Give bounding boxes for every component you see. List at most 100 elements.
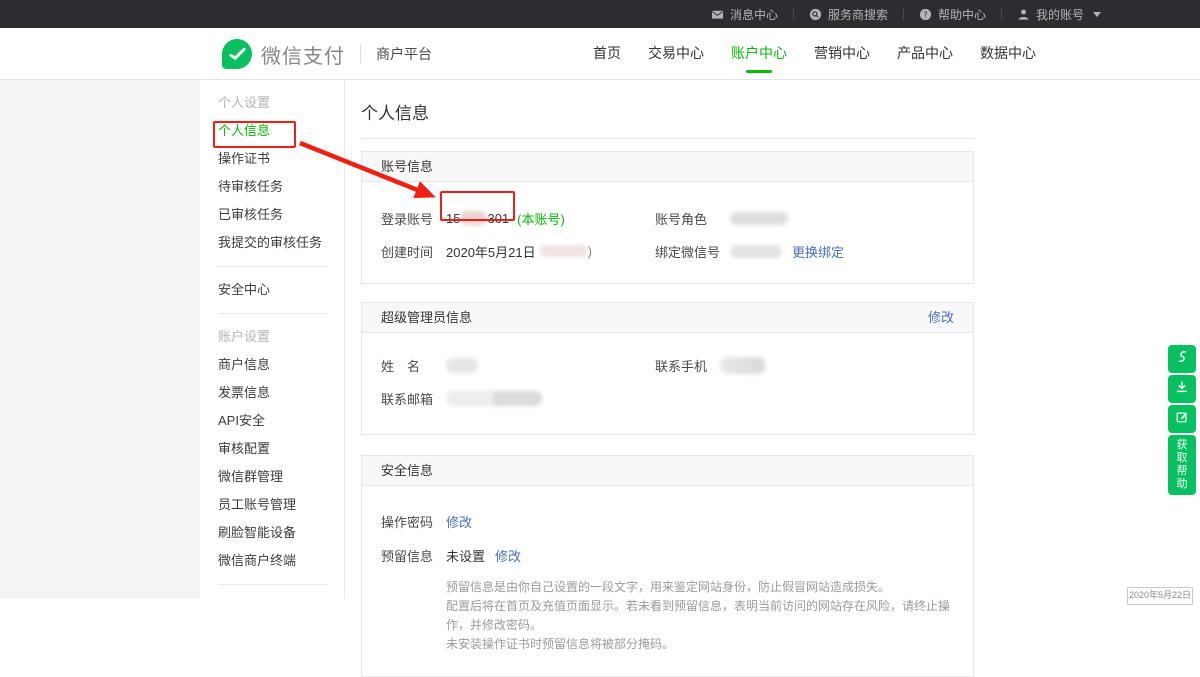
admin-phone-redaction: [720, 357, 765, 374]
svg-text:?: ?: [923, 10, 927, 19]
topbar-item-label: 服务商搜索: [828, 6, 888, 23]
brand-subtitle: 商户平台: [376, 44, 432, 64]
created-time-text: 2020年5月21日: [446, 242, 536, 261]
get-help-button[interactable]: 获取帮助: [1168, 435, 1196, 495]
sidebar-item-my-submitted-tasks[interactable]: 我提交的审核任务: [218, 229, 344, 257]
super-admin-header: 超级管理员信息 修改: [362, 303, 973, 333]
edit-icon: [1175, 410, 1189, 429]
download-button[interactable]: [1168, 375, 1196, 403]
sidebar-item-wechat-merchant-terminal[interactable]: 微信商户终端: [218, 547, 344, 575]
mail-icon: [711, 8, 724, 21]
created-time-tail: ): [588, 244, 592, 259]
sidebar: 个人设置 个人信息 操作证书 待审核任务 已审核任务 我提交的审核任务 安全中心…: [200, 80, 345, 599]
feedback-button[interactable]: [1168, 405, 1196, 433]
footer-date-badge: 2020年5月22日: [1127, 587, 1193, 605]
current-account-note: (本账号): [517, 209, 565, 228]
title-divider: [361, 138, 974, 139]
brand: 微信支付 商户平台: [222, 28, 432, 80]
sidebar-divider: [218, 584, 328, 585]
admin-email-label: 联系邮箱: [381, 389, 446, 408]
account-info-title: 账号信息: [381, 152, 433, 181]
topbar-item-label: 我的账号: [1036, 6, 1084, 23]
sidebar-divider: [218, 313, 328, 314]
floating-help-panel: 获取帮助: [1168, 345, 1196, 495]
operation-password-label: 操作密码: [381, 512, 446, 531]
main-nav: 首页 交易中心 账户中心 营销中心 产品中心 数据中心: [593, 28, 1036, 79]
account-info-body: 登录账号 15 301 (本账号) 账号角色: [362, 182, 973, 283]
nav-product-center[interactable]: 产品中心: [897, 28, 953, 79]
account-role-value: [730, 212, 788, 225]
operation-password-edit-link[interactable]: 修改: [446, 512, 472, 531]
login-account-value: 15 301 (本账号): [446, 209, 565, 228]
admin-email-redaction: [446, 391, 492, 406]
topbar-provider-search[interactable]: 服务商搜索: [794, 0, 903, 28]
created-time-redaction: [540, 245, 588, 257]
sidebar-item-face-smart-device[interactable]: 刷脸智能设备: [218, 519, 344, 547]
topbar-item-label: 消息中心: [730, 6, 778, 23]
sidebar-item-reviewed-tasks[interactable]: 已审核任务: [218, 201, 344, 229]
created-time-value: 2020年5月21日 ): [446, 242, 592, 261]
nav-transaction-center[interactable]: 交易中心: [648, 28, 704, 79]
sidebar-item-pending-review-tasks[interactable]: 待审核任务: [218, 173, 344, 201]
created-time-label: 创建时间: [381, 242, 446, 261]
sidebar-item-invoice-info[interactable]: 发票信息: [218, 379, 344, 407]
brand-divider: [360, 45, 361, 63]
security-info-body: 操作密码 修改 预留信息 未设置 修改 预留信息是由你自己设置的一段文字，用来鉴…: [362, 486, 973, 676]
sidebar-item-operation-certificate[interactable]: 操作证书: [218, 145, 344, 173]
search-circle-icon: [809, 8, 822, 21]
topbar-my-account[interactable]: 我的账号: [1002, 0, 1116, 28]
link-icon: [1175, 349, 1190, 369]
account-role-label: 账号角色: [655, 209, 730, 228]
reserved-info-edit-link[interactable]: 修改: [495, 546, 521, 565]
admin-name-value: [446, 358, 478, 373]
admin-phone-label: 联系手机: [655, 356, 720, 375]
topbar-help-center[interactable]: ? 帮助中心: [904, 0, 1001, 28]
reserved-info-value: 未设置: [446, 546, 485, 565]
sidebar-divider: [218, 266, 328, 267]
page-body: 个人设置 个人信息 操作证书 待审核任务 已审核任务 我提交的审核任务 安全中心…: [0, 80, 1200, 599]
sidebar-item-api-security[interactable]: API安全: [218, 407, 344, 435]
get-help-label: 获取帮助: [1176, 439, 1188, 491]
security-info-section: 安全信息 操作密码 修改 预留信息 未设置 修改 预留: [361, 455, 974, 677]
page-title: 个人信息: [361, 99, 1200, 124]
main-content: 个人信息 账号信息 登录账号 15 301 (本账号): [346, 80, 1200, 599]
bound-wechat-redaction: [730, 245, 782, 258]
account-role-redaction: [730, 212, 788, 225]
topbar-message-center[interactable]: 消息中心: [696, 0, 793, 28]
admin-name-label: 姓 名: [381, 356, 446, 375]
topbar: 消息中心 服务商搜索 ? 帮助中心 我的账号: [0, 0, 1200, 28]
download-icon: [1175, 380, 1189, 399]
sidebar-item-review-config[interactable]: 审核配置: [218, 435, 344, 463]
account-info-section: 账号信息 登录账号 15 301 (本账号) 账号角色: [361, 151, 974, 284]
nav-home[interactable]: 首页: [593, 28, 621, 79]
nav-marketing-center[interactable]: 营销中心: [814, 28, 870, 79]
reserved-info-label: 预留信息: [381, 546, 446, 565]
sidebar-item-personal-info[interactable]: 个人信息: [218, 117, 344, 145]
login-account-redaction: [460, 211, 487, 225]
user-icon: [1017, 8, 1030, 21]
reserved-info-description: 预留信息是由你自己设置的一段文字，用来鉴定网站身份，防止假冒网站造成损失。 配置…: [446, 578, 954, 654]
question-circle-icon: ?: [919, 8, 932, 21]
bound-wechat-label: 绑定微信号: [655, 242, 730, 261]
admin-name-redaction: [446, 358, 478, 373]
brand-name: 微信支付: [261, 40, 345, 69]
nav-account-center[interactable]: 账户中心: [731, 28, 787, 79]
description-line: 未安装操作证书时预留信息将被部分掩码。: [446, 635, 954, 654]
admin-phone-value: [720, 357, 765, 374]
link-button[interactable]: [1168, 345, 1196, 373]
sidebar-item-wechat-group-management[interactable]: 微信群管理: [218, 463, 344, 491]
sidebar-item-merchant-info[interactable]: 商户信息: [218, 351, 344, 379]
left-gray-band: [0, 80, 200, 599]
sidebar-item-staff-account-management[interactable]: 员工账号管理: [218, 491, 344, 519]
description-line: 配置后将在首页及充值页面显示。若未看到预留信息，表明当前访问的网站存在风险，请终…: [446, 597, 954, 635]
nav-data-center[interactable]: 数据中心: [980, 28, 1036, 79]
security-info-title: 安全信息: [381, 456, 433, 485]
change-binding-link[interactable]: 更换绑定: [792, 242, 844, 261]
super-admin-edit-link[interactable]: 修改: [928, 303, 954, 332]
sidebar-header-account-settings: 账户设置: [218, 323, 344, 351]
wechat-pay-logo-icon: [222, 39, 252, 69]
super-admin-title: 超级管理员信息: [381, 303, 472, 332]
chevron-down-icon: [1093, 12, 1101, 17]
sidebar-item-security-center[interactable]: 安全中心: [218, 276, 344, 304]
super-admin-section: 超级管理员信息 修改 姓 名 联系手机: [361, 302, 974, 435]
